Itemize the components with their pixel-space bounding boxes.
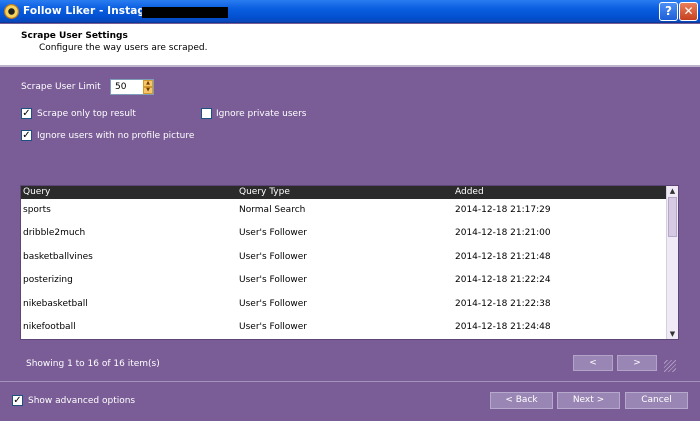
title-bar: Follow Liker - Instagram ? ✕ — [0, 0, 700, 23]
ignore-no-pic-label: Ignore users with no profile picture — [37, 131, 195, 141]
table-scrollbar[interactable]: ▲ ▼ — [666, 186, 678, 339]
spin-down-icon[interactable]: ▼ — [143, 87, 153, 94]
close-button[interactable]: ✕ — [679, 2, 698, 21]
top-result-checkbox[interactable]: ✓ — [21, 108, 32, 119]
scroll-thumb[interactable] — [668, 197, 677, 237]
advanced-options-label: Show advanced options — [28, 396, 136, 406]
table-header: Query Query Type Added — [21, 186, 667, 199]
ignore-private-checkbox[interactable] — [201, 108, 212, 119]
next-page-button[interactable]: > — [617, 355, 657, 371]
scroll-down-icon[interactable]: ▼ — [667, 329, 678, 339]
table-row[interactable]: nikefootball User's Follower 2014-12-18 … — [21, 316, 667, 339]
redacted-account-name — [142, 7, 228, 18]
table-row[interactable]: sports Normal Search 2014-12-18 21:17:29 — [21, 199, 667, 222]
table-row[interactable]: posterizing User's Follower 2014-12-18 2… — [21, 269, 667, 292]
cancel-button[interactable]: Cancel — [625, 392, 688, 409]
page-subtitle: Configure the way users are scraped. — [39, 43, 208, 53]
app-eye-icon — [4, 4, 19, 19]
pager-status: Showing 1 to 16 of 16 item(s) — [26, 359, 160, 369]
resize-grip-icon[interactable] — [664, 360, 676, 372]
ignore-no-pic-checkbox[interactable]: ✓ — [21, 130, 32, 141]
prev-page-button[interactable]: < — [573, 355, 613, 371]
next-button[interactable]: Next > — [557, 392, 620, 409]
column-added[interactable]: Added — [455, 187, 484, 197]
table-row[interactable]: nikebasketball User's Follower 2014-12-1… — [21, 293, 667, 316]
scrape-limit-label: Scrape User Limit — [21, 82, 101, 92]
column-query-type[interactable]: Query Type — [239, 187, 290, 197]
scroll-up-icon[interactable]: ▲ — [667, 186, 678, 196]
query-table[interactable]: Query Query Type Added sports Normal Sea… — [20, 185, 679, 340]
column-query[interactable]: Query — [23, 187, 50, 197]
top-result-label: Scrape only top result — [37, 109, 136, 119]
ignore-private-label: Ignore private users — [216, 109, 307, 119]
page-title: Scrape User Settings — [21, 31, 128, 41]
table-row[interactable]: basketballvines User's Follower 2014-12-… — [21, 246, 667, 269]
table-row[interactable]: dribble2much User's Follower 2014-12-18 … — [21, 222, 667, 245]
help-button[interactable]: ? — [659, 2, 678, 21]
scrape-limit-stepper[interactable]: 50 ▲ ▼ — [110, 79, 154, 95]
spin-up-icon[interactable]: ▲ — [143, 80, 153, 87]
wizard-header: Scrape User Settings Configure the way u… — [0, 24, 700, 67]
scrape-limit-value[interactable]: 50 — [115, 82, 126, 92]
advanced-options-checkbox[interactable]: ✓ — [12, 395, 23, 406]
back-button[interactable]: < Back — [490, 392, 553, 409]
